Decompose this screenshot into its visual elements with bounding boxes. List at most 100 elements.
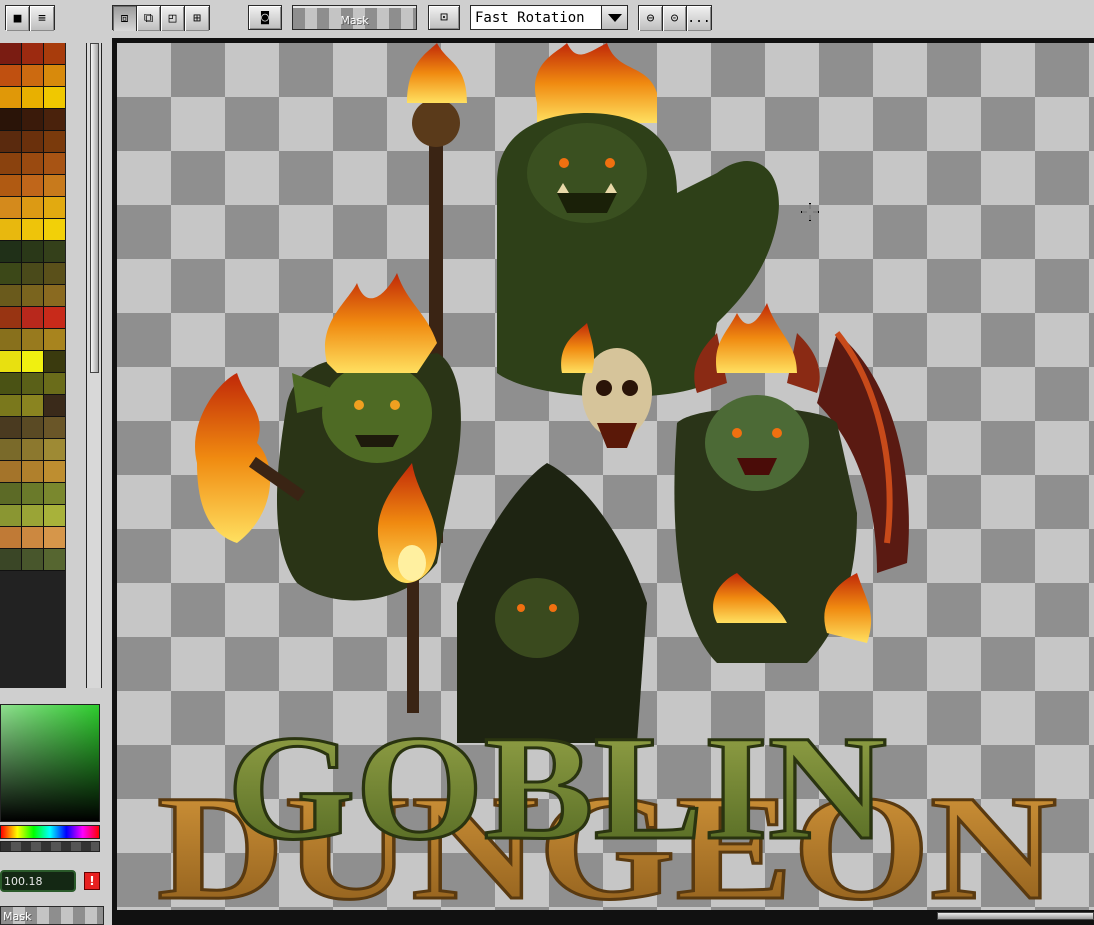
copy-button[interactable]: ⧉ (137, 6, 161, 31)
palette-swatch[interactable] (22, 131, 44, 153)
palette-swatch[interactable] (44, 43, 65, 65)
palette-swatch[interactable] (22, 263, 44, 285)
color-picker-field[interactable] (0, 704, 100, 822)
palette-swatch[interactable] (22, 175, 44, 197)
palette-swatch[interactable] (0, 109, 22, 131)
more-options-button[interactable]: ... (687, 6, 711, 31)
menu-button[interactable]: ≡ (30, 6, 54, 31)
palette-swatch[interactable] (0, 153, 22, 175)
brush-button[interactable]: ◙ (248, 5, 282, 30)
palette-swatch[interactable] (0, 87, 22, 109)
flip-horizontal-button[interactable]: ⊝ (663, 6, 687, 31)
warning-button[interactable]: ! (84, 872, 100, 890)
palette-swatch[interactable] (0, 219, 22, 241)
palette-swatch[interactable] (0, 439, 22, 461)
palette-swatch[interactable] (0, 175, 22, 197)
palette-swatch[interactable] (0, 549, 22, 571)
palette-swatch[interactable] (44, 263, 65, 285)
palette-swatch[interactable] (0, 285, 22, 307)
palette-swatch[interactable] (22, 153, 44, 175)
palette-swatch[interactable] (44, 549, 65, 571)
mask-toggle[interactable]: Mask (0, 906, 104, 925)
palette-swatch[interactable] (44, 373, 65, 395)
grid-button[interactable]: ⊞ (185, 6, 209, 31)
palette-swatch[interactable] (44, 329, 65, 351)
stop-button[interactable]: ■ (6, 6, 30, 31)
alpha-slider[interactable] (0, 841, 100, 852)
palette-swatch[interactable] (22, 373, 44, 395)
palette-swatch[interactable] (0, 483, 22, 505)
palette-swatch[interactable] (22, 527, 44, 549)
palette-swatch[interactable] (22, 65, 44, 87)
palette-swatch[interactable] (22, 351, 44, 373)
palette-swatch[interactable] (22, 505, 44, 527)
palette-swatch[interactable] (0, 197, 22, 219)
palette-swatch[interactable] (22, 197, 44, 219)
palette-swatch[interactable] (22, 483, 44, 505)
zoom-value-field[interactable]: 100.18 (0, 870, 76, 892)
palette-swatch[interactable] (22, 219, 44, 241)
palette-swatch[interactable] (44, 527, 65, 549)
palette-swatch[interactable] (22, 329, 44, 351)
palette-swatch[interactable] (0, 505, 22, 527)
palette-swatch[interactable] (44, 417, 65, 439)
palette-swatch[interactable] (44, 351, 65, 373)
palette-swatch[interactable] (0, 395, 22, 417)
palette-swatch[interactable] (44, 439, 65, 461)
palette-swatch[interactable] (0, 527, 22, 549)
palette-swatch[interactable] (22, 461, 44, 483)
palette-swatch[interactable] (22, 395, 44, 417)
palette-swatch[interactable] (22, 417, 44, 439)
palette-swatch[interactable] (22, 549, 44, 571)
palette-swatch[interactable] (44, 175, 65, 197)
palette-swatch[interactable] (0, 461, 22, 483)
palette-swatch[interactable] (44, 153, 65, 175)
palette-swatch[interactable] (0, 329, 22, 351)
drawing-canvas[interactable]: DUNGEON GOBLIN (117, 43, 1094, 910)
transform-mode-value: Fast Rotation (475, 9, 585, 26)
palette-swatch[interactable] (44, 285, 65, 307)
canvas-scroll-thumb[interactable] (937, 912, 1094, 920)
canvas-horizontal-scrollbar[interactable] (117, 910, 1094, 922)
flip-vertical-button[interactable]: ⊖ (639, 6, 663, 31)
palette-swatch[interactable] (0, 307, 22, 329)
palette-swatch[interactable] (44, 505, 65, 527)
palette-scroll-thumb[interactable] (90, 43, 99, 373)
palette-swatch[interactable] (22, 285, 44, 307)
palette-swatch[interactable] (44, 65, 65, 87)
select-button[interactable]: ⧈ (113, 6, 137, 31)
palette-swatch[interactable] (44, 461, 65, 483)
chevron-down-icon[interactable] (601, 6, 627, 29)
palette-swatch[interactable] (44, 219, 65, 241)
palette-swatch[interactable] (22, 87, 44, 109)
palette-swatch[interactable] (0, 65, 22, 87)
palette-swatch[interactable] (44, 241, 65, 263)
back-flame (534, 43, 657, 123)
palette-swatch[interactable] (0, 131, 22, 153)
palette-scrollbar[interactable] (86, 43, 102, 688)
palette-swatch[interactable] (44, 307, 65, 329)
palette-swatch[interactable] (22, 307, 44, 329)
palette-swatch[interactable] (0, 263, 22, 285)
mask-button[interactable]: Mask (292, 5, 417, 30)
palette-swatch[interactable] (44, 109, 65, 131)
palette-swatch[interactable] (0, 417, 22, 439)
transform-mode-select[interactable]: Fast Rotation (470, 5, 628, 30)
palette-swatch[interactable] (22, 43, 44, 65)
hue-slider[interactable] (0, 825, 100, 839)
palette-swatch[interactable] (44, 483, 65, 505)
palette-swatch[interactable] (44, 197, 65, 219)
palette-swatch[interactable] (44, 87, 65, 109)
palette-swatch[interactable] (0, 43, 22, 65)
palette-swatch[interactable] (0, 241, 22, 263)
paste-button[interactable]: ◰ (161, 6, 185, 31)
palette-swatch[interactable] (0, 373, 22, 395)
paste-icon: ◰ (168, 11, 177, 26)
palette-swatch[interactable] (44, 131, 65, 153)
palette-swatch[interactable] (22, 109, 44, 131)
palette-swatch[interactable] (22, 241, 44, 263)
palette-swatch[interactable] (44, 395, 65, 417)
sieve-button[interactable]: ⊡ (428, 5, 460, 30)
palette-swatch[interactable] (22, 439, 44, 461)
palette-swatch[interactable] (0, 351, 22, 373)
